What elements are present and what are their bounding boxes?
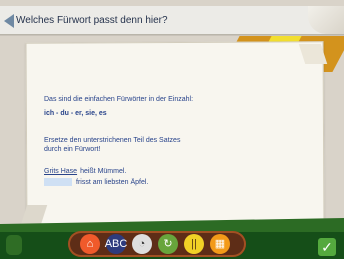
instruction-line-4: durch ein Fürwort! xyxy=(44,146,101,153)
sentence-2: frisst am liebsten Äpfel. xyxy=(44,178,284,186)
left-arrow-icon xyxy=(4,14,14,28)
pronoun-list: ich - du - er, sie, es xyxy=(44,110,107,117)
check-button[interactable]: ✓ xyxy=(318,238,336,256)
bottom-toolbar: ⌂ ABC ◔ ↻ || ▦ xyxy=(68,231,246,257)
chart-icon[interactable]: ▦ xyxy=(210,234,230,254)
sentence-1-rest: heißt Mümmel. xyxy=(80,168,127,175)
sentence-1-underlined-part: Grits Hase xyxy=(44,168,78,175)
question-text: Welches Fürwort passt denn hier? xyxy=(16,15,168,26)
exercise-content: Das sind die einfachen Fürwörter in der … xyxy=(44,96,284,186)
sentence-2-rest: frisst am liebsten Äpfel. xyxy=(76,178,149,186)
sentence-1: Grits Hase heißt Mümmel. xyxy=(44,168,284,175)
alphabet-icon[interactable]: ABC xyxy=(105,234,127,254)
sound-icon[interactable]: ◔ xyxy=(132,234,152,254)
instruction-line-3: Ersetze den unterstrichenen Teil des Sat… xyxy=(44,137,181,144)
learning-exercise-screen: Welches Fürwort passt denn hier? Das sin… xyxy=(0,0,344,259)
bottle-icon xyxy=(6,235,22,255)
corner-curl-icon xyxy=(308,6,344,34)
repeat-icon[interactable]: ↻ xyxy=(158,234,178,254)
home-icon[interactable]: ⌂ xyxy=(80,234,100,254)
bars-icon[interactable]: || xyxy=(184,234,204,254)
instruction-line-1: Das sind die einfachen Fürwörter in der … xyxy=(44,96,194,103)
pronoun-answer-input[interactable] xyxy=(44,178,72,186)
question-tooltip-bar: Welches Fürwort passt denn hier? xyxy=(0,6,344,35)
